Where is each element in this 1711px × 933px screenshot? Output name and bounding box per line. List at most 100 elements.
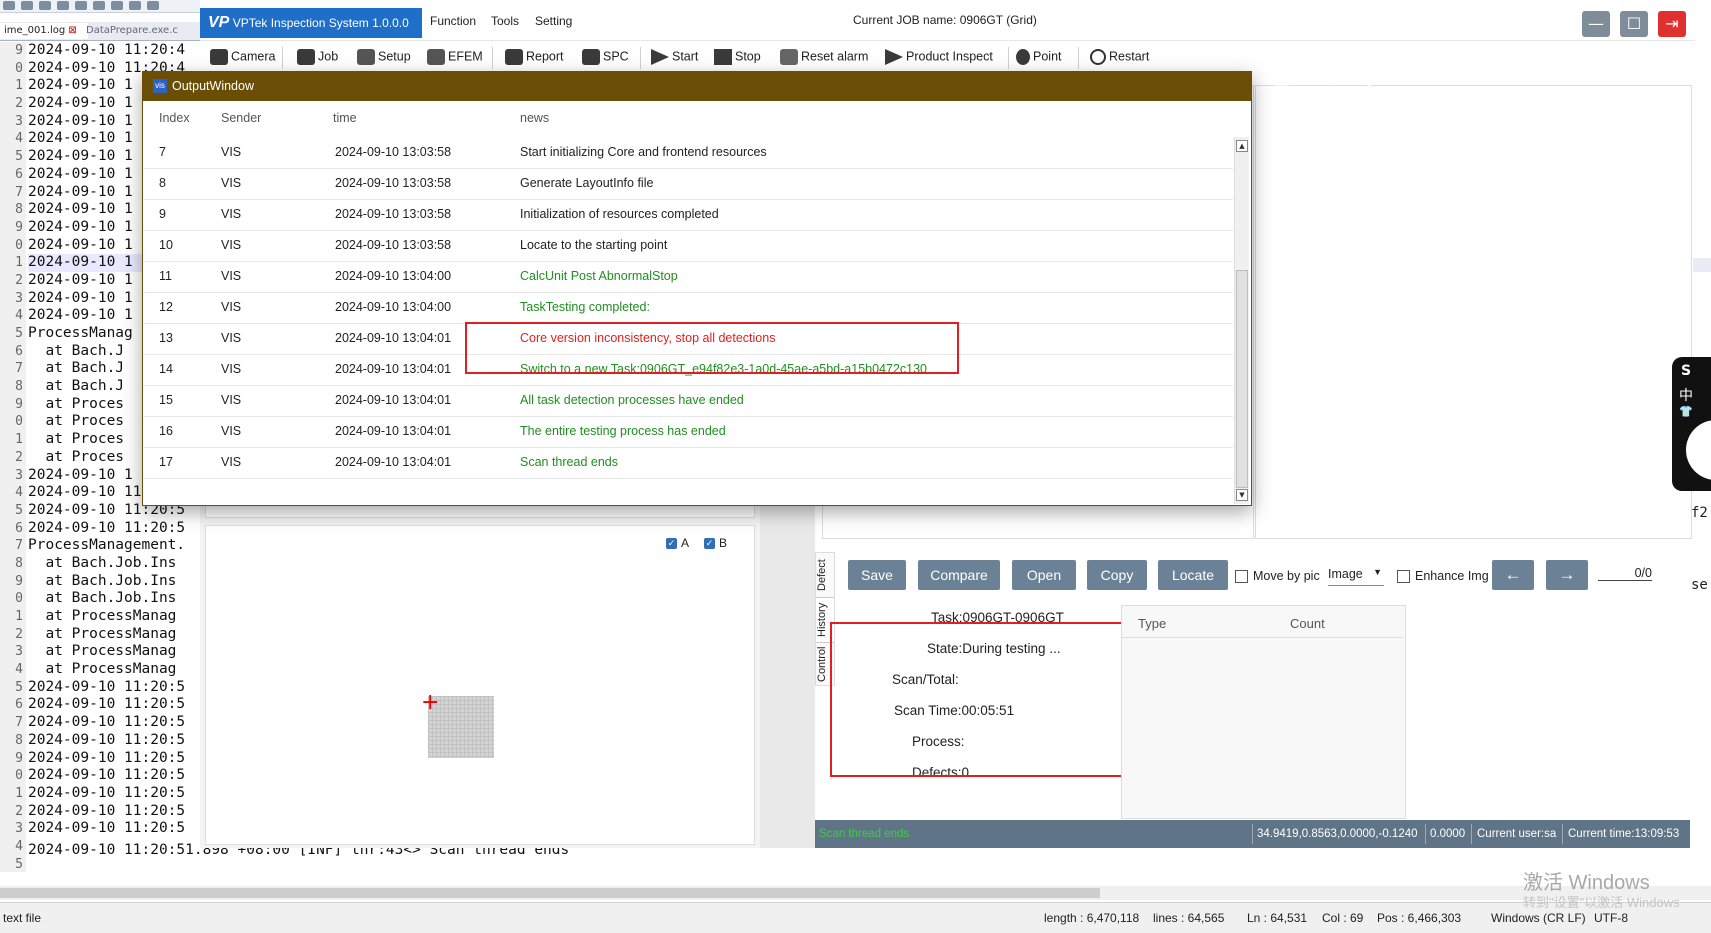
minimize-icon: —: [1588, 14, 1604, 33]
job-button[interactable]: Job: [297, 49, 338, 65]
log-line: 2024-09-10 11:20:5: [28, 749, 186, 766]
copy-icon[interactable]: [111, 1, 123, 10]
wafer-map-area[interactable]: [205, 525, 755, 845]
next-image-button[interactable]: →: [1546, 560, 1588, 590]
menu-function[interactable]: Function: [430, 14, 476, 28]
output-row[interactable]: 15 VIS 2024-09-10 13:04:01 All task detecti…: [143, 385, 1233, 417]
line-number: 4: [15, 485, 23, 501]
log-line: 2024-09-10 11:20:5: [28, 820, 186, 837]
prev-image-button[interactable]: ←: [1492, 560, 1534, 590]
maximize-button[interactable]: ☐: [1620, 11, 1648, 37]
row-time: 2024-09-10 13:04:01: [335, 393, 452, 407]
spc-button[interactable]: SPC: [582, 49, 629, 65]
line-number: 8: [15, 732, 23, 748]
output-window-title-bar[interactable]: vis OutputWindow — ☐ ✕: [142, 71, 1375, 101]
row-time: 2024-09-10 13:04:01: [335, 331, 452, 345]
editor-tab-log[interactable]: ime_001.log ⊠: [0, 23, 88, 39]
new-file-icon[interactable]: [3, 1, 15, 10]
output-row[interactable]: 9 VIS 2024-09-10 13:03:58 Initialization of…: [143, 199, 1233, 231]
copy-button[interactable]: Copy: [1087, 560, 1147, 590]
col-sender: Sender: [221, 111, 262, 125]
row-news: TaskTesting completed:: [520, 300, 650, 314]
output-row[interactable]: 11 VIS 2024-09-10 13:04:00 CalcUnit Post Ab…: [143, 261, 1233, 293]
sogou-icon: S: [1681, 363, 1692, 379]
restart-button[interactable]: Restart: [1090, 49, 1149, 65]
reset-alarm-button[interactable]: Reset alarm: [780, 49, 868, 65]
compare-button[interactable]: Compare: [918, 560, 1000, 590]
layer-b-checkbox[interactable]: ✓ B: [704, 536, 727, 550]
report-button[interactable]: Report: [505, 49, 564, 65]
output-row[interactable]: 7 VIS 2024-09-10 13:03:58 Start initializin…: [143, 137, 1233, 169]
editor-tab-dataprepare[interactable]: DataPrepare.exe.c: [82, 23, 208, 39]
editor-scroll-thumb[interactable]: [0, 888, 1100, 898]
scroll-down-icon[interactable]: ▼: [1236, 489, 1248, 501]
row-index: 11: [159, 269, 172, 283]
line-number: 7: [15, 715, 23, 731]
exit-button[interactable]: ⇥: [1658, 11, 1686, 37]
image-viewer-right[interactable]: [1255, 85, 1692, 539]
log-line: at ProcessManag: [28, 643, 177, 660]
output-row[interactable]: 8 VIS 2024-09-10 13:03:58 Generate LayoutIn…: [143, 168, 1233, 200]
image-mode-select[interactable]: Image ▼: [1328, 567, 1384, 586]
output-row[interactable]: 16 VIS 2024-09-10 13:04:01 The entire testi…: [143, 416, 1233, 448]
editor-toolbar: [0, 0, 200, 13]
locate-button[interactable]: Locate: [1158, 560, 1228, 590]
layer-a-checkbox[interactable]: ✓ A: [666, 536, 689, 550]
save-file-icon[interactable]: [39, 1, 51, 10]
cut-icon[interactable]: [93, 1, 105, 10]
output-scroll-thumb[interactable]: [1236, 270, 1248, 488]
row-time: 2024-09-10 13:03:58: [335, 145, 452, 159]
row-index: 14: [159, 362, 173, 376]
checkmark-icon: ✓: [666, 538, 677, 550]
report-icon: [505, 49, 523, 65]
row-sender: VIS: [221, 269, 242, 283]
output-row[interactable]: 10 VIS 2024-09-10 13:03:58 Locate to the st…: [143, 230, 1233, 262]
save-all-icon[interactable]: [57, 1, 69, 10]
window-minimize-button[interactable]: —: [1272, 77, 1292, 94]
line-count: lines : 64,565: [1153, 911, 1225, 925]
window-maximize-button[interactable]: ☐: [1315, 77, 1335, 95]
open-button[interactable]: Open: [1012, 560, 1076, 590]
stop-button[interactable]: Stop: [714, 49, 761, 65]
product-inspect-button[interactable]: Product Inspect: [885, 49, 993, 65]
line-number: 3: [15, 113, 23, 129]
row-news: Generate LayoutInfo file: [520, 176, 654, 190]
setup-button[interactable]: Setup: [357, 49, 411, 65]
error-highlight-box: [465, 322, 959, 374]
save-button[interactable]: Save: [848, 560, 906, 590]
camera-button[interactable]: Camera: [210, 49, 275, 65]
output-row[interactable]: 17 VIS 2024-09-10 13:04:01 Scan thread ends: [143, 447, 1233, 479]
menu-setting[interactable]: Setting: [535, 14, 572, 28]
output-row[interactable]: 12 VIS 2024-09-10 13:04:00 TaskTesting comp…: [143, 292, 1233, 324]
print-icon[interactable]: [75, 1, 87, 10]
line-number: 8: [15, 379, 23, 395]
tab-defect[interactable]: Defect: [816, 555, 834, 595]
enhance-img-label: Enhance Img: [1415, 569, 1489, 583]
tab-close-icon[interactable]: ⊠: [65, 25, 76, 36]
point-button[interactable]: Point: [1016, 49, 1062, 65]
start-button[interactable]: Start: [651, 49, 698, 65]
job-value: 0906GT (Grid): [959, 13, 1037, 27]
log-line: 2024-09-10 11:20:5: [28, 802, 186, 819]
undo-icon[interactable]: [129, 1, 141, 10]
app-logo: VP VPTek Inspection System 1.0.0.0: [200, 8, 422, 38]
line-number: 6: [15, 520, 23, 536]
efem-button[interactable]: EFEM: [427, 49, 483, 65]
move-by-pic-checkbox[interactable]: Move by pic: [1235, 569, 1320, 584]
redo-icon[interactable]: [147, 1, 159, 10]
row-news: All task detection processes have ended: [520, 393, 744, 407]
row-time: 2024-09-10 13:04:01: [335, 455, 452, 469]
scroll-up-icon[interactable]: ▲: [1236, 140, 1248, 152]
row-index: 15: [159, 393, 173, 407]
log-line: at Bach.Job.Ins: [28, 590, 177, 607]
window-close-button[interactable]: ✕: [1359, 77, 1379, 95]
line-number: 1: [15, 432, 23, 448]
menu-tools[interactable]: Tools: [491, 14, 519, 28]
skin-icon: 👕: [1679, 405, 1693, 418]
open-file-icon[interactable]: [21, 1, 33, 10]
restart-label: Restart: [1109, 49, 1150, 64]
minimize-button[interactable]: —: [1582, 11, 1610, 37]
line-number: 0: [15, 237, 23, 253]
enhance-img-checkbox[interactable]: Enhance Img: [1397, 569, 1489, 584]
cut-text-1: f2: [1691, 505, 1708, 521]
